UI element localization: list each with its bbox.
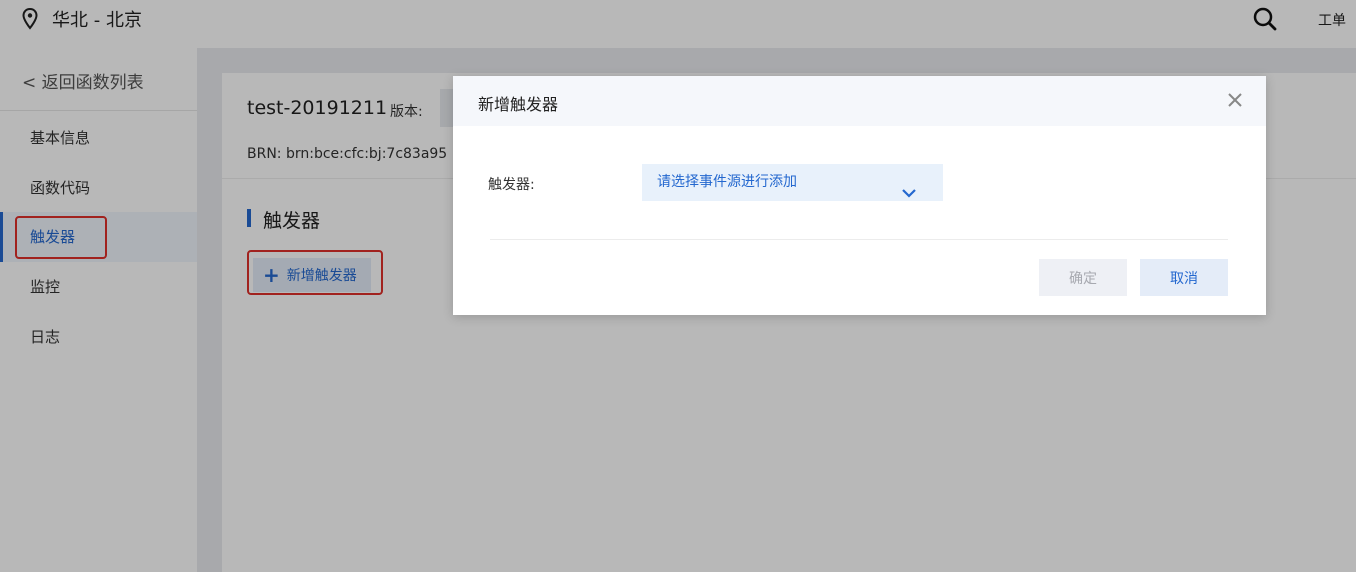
dialog-header: 新增触发器 — [453, 76, 1266, 126]
dialog-divider — [490, 239, 1228, 240]
confirm-button[interactable]: 确定 — [1039, 259, 1127, 296]
event-source-placeholder: 请选择事件源进行添加 — [657, 174, 797, 190]
trigger-field-label: 触发器: — [488, 177, 535, 193]
close-icon[interactable] — [1227, 92, 1243, 112]
add-trigger-dialog: 新增触发器 触发器: 请选择事件源进行添加 确定 取消 — [453, 76, 1266, 315]
event-source-select[interactable]: 请选择事件源进行添加 — [642, 164, 943, 201]
chevron-down-icon — [902, 176, 916, 213]
dialog-title: 新增触发器 — [478, 95, 559, 114]
cancel-button[interactable]: 取消 — [1140, 259, 1228, 296]
